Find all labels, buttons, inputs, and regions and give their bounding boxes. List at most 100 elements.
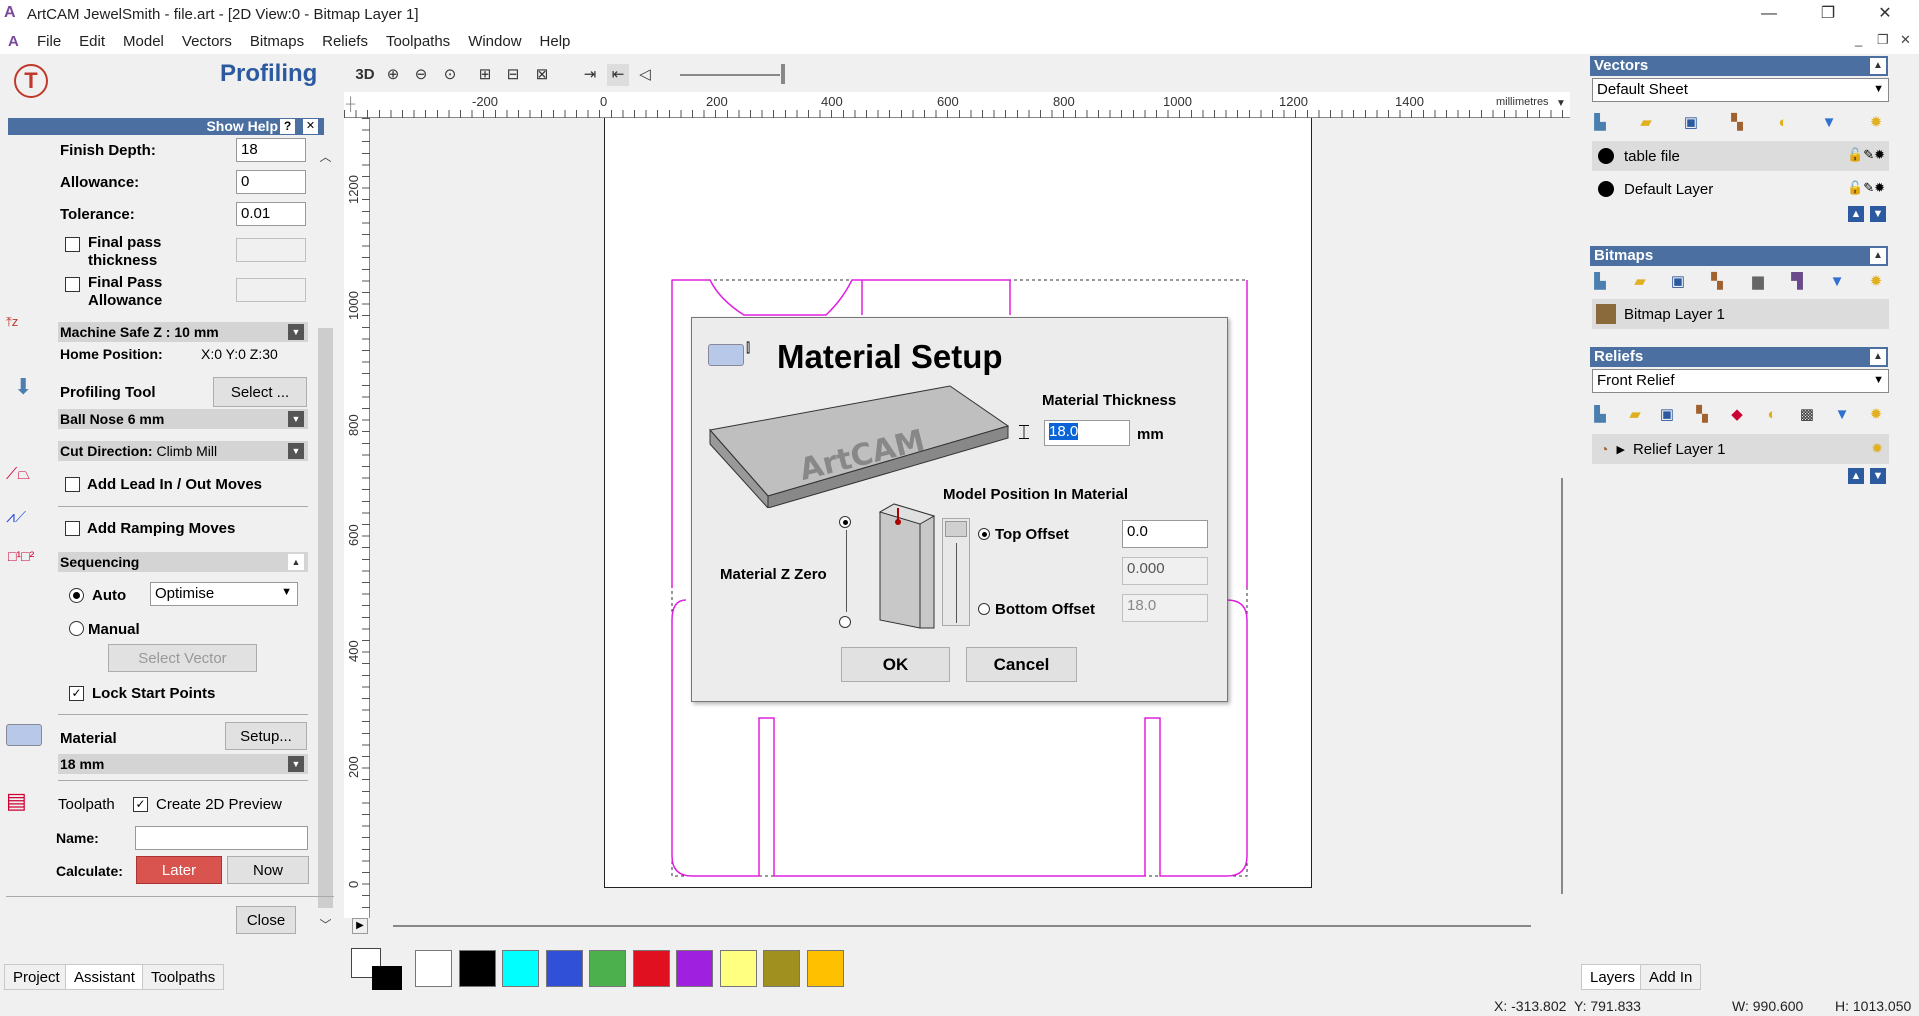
color-swatch[interactable] xyxy=(632,950,670,987)
bulb-icon[interactable]: ✹ xyxy=(1871,440,1883,457)
top-offset-input[interactable]: 0.0 xyxy=(1122,520,1208,548)
tab-layers[interactable]: Layers xyxy=(1581,964,1645,990)
scroll-down-icon[interactable]: ﹀ xyxy=(316,916,335,933)
reliefs-collapse-icon[interactable]: ▲ xyxy=(1870,349,1886,365)
grid-icon[interactable]: ⇤ xyxy=(607,64,629,86)
toolpath-name-input[interactable] xyxy=(135,826,308,850)
open-folder-icon[interactable]: ▰ xyxy=(1625,405,1645,425)
zoom-all-icon[interactable]: ⊠ xyxy=(531,64,553,86)
menu-reliefs[interactable]: Reliefs xyxy=(313,33,377,50)
tool-name-bar[interactable]: Ball Nose 6 mm ▼ xyxy=(58,409,308,429)
combine-icon[interactable]: ◆ xyxy=(1727,405,1747,425)
scroll-thumb[interactable] xyxy=(318,328,333,908)
relief-select[interactable]: Front Relief ▼ xyxy=(1592,369,1889,393)
maximize-button[interactable]: ❐ xyxy=(1805,0,1851,28)
open-folder-icon[interactable]: ▰ xyxy=(1636,113,1656,133)
help-close-icon[interactable]: ✕ xyxy=(303,119,318,134)
zoom-previous-icon[interactable]: ⊟ xyxy=(502,64,524,86)
bulb-icon[interactable]: ✹ xyxy=(1866,405,1886,425)
new-layer-icon[interactable]: ▙ xyxy=(1590,113,1610,133)
model-position-slider[interactable] xyxy=(942,518,970,626)
close-panel-button[interactable]: Close xyxy=(236,906,296,934)
material-setup-button[interactable]: Setup... xyxy=(225,722,307,750)
zoom-slider-track[interactable] xyxy=(680,74,780,76)
cut-direction-expand-icon[interactable]: ▼ xyxy=(288,443,304,459)
layer-color-icon[interactable] xyxy=(1598,181,1614,197)
move-down-icon[interactable]: ▼ xyxy=(1870,206,1886,222)
now-button[interactable]: Now xyxy=(227,856,309,884)
panel-scrollbar[interactable]: ︿ ﹀ xyxy=(316,138,335,962)
vector-sheet-select[interactable]: Default Sheet ▼ xyxy=(1592,78,1889,102)
select-tool-button[interactable]: Select ... xyxy=(213,377,307,407)
ok-button[interactable]: OK xyxy=(841,647,950,682)
cancel-button[interactable]: Cancel xyxy=(966,647,1077,682)
minimize-button[interactable]: — xyxy=(1746,0,1792,28)
expand-arrow-icon[interactable]: ▶ xyxy=(1616,443,1624,456)
add-lead-checkbox[interactable] xyxy=(65,477,80,492)
unit-dropdown-icon[interactable]: ▼ xyxy=(1556,98,1566,109)
final-pass-allowance-checkbox[interactable] xyxy=(65,277,80,292)
tab-project[interactable]: Project xyxy=(4,964,69,990)
layer-color-icon[interactable] xyxy=(1598,148,1614,164)
bottom-offset-radio[interactable] xyxy=(978,603,990,615)
machine-safe-z-expand-icon[interactable]: ▼ xyxy=(288,324,304,340)
canvas-scroll-left-icon[interactable]: ▶ xyxy=(352,918,368,934)
bitmap-image-icon[interactable]: ▜ xyxy=(1787,272,1807,292)
mdi-restore-button[interactable]: ❐ xyxy=(1877,32,1889,48)
scroll-up-icon[interactable]: ︿ xyxy=(316,148,335,165)
bitmap-layer-row[interactable]: Bitmap Layer 1 xyxy=(1592,299,1889,329)
new-relief-icon[interactable]: ▙ xyxy=(1590,405,1610,425)
color-swatch[interactable] xyxy=(763,950,800,987)
bulb-icon[interactable]: ✹ xyxy=(1866,113,1886,133)
copy-bitmap-icon[interactable]: ▚ xyxy=(1707,272,1727,292)
sequencing-collapse-icon[interactable]: ▲ xyxy=(288,554,304,570)
create-preview-checkbox[interactable]: ✓ xyxy=(133,797,148,812)
lock-start-checkbox[interactable]: ✓ xyxy=(69,686,84,701)
color-swatch[interactable] xyxy=(589,950,626,987)
zoom-box-icon[interactable]: ⊞ xyxy=(474,64,496,86)
manual-radio[interactable] xyxy=(69,621,84,636)
app-menu-icon[interactable]: A xyxy=(8,33,28,50)
allowance-input[interactable]: 0 xyxy=(236,170,306,194)
cut-direction-bar[interactable]: Cut Direction: Climb Mill ▼ xyxy=(58,441,308,461)
new-bitmap-icon[interactable]: ▙ xyxy=(1590,272,1610,292)
canvas-vscroll[interactable] xyxy=(1561,478,1563,894)
menu-vectors[interactable]: Vectors xyxy=(173,33,241,50)
move-up-icon[interactable]: ▲ xyxy=(1848,468,1864,484)
canvas-hscroll[interactable] xyxy=(393,925,1531,927)
copy-relief-icon[interactable]: ▚ xyxy=(1692,405,1712,425)
machine-safe-z-bar[interactable]: Machine Safe Z : 10 mm ▼ xyxy=(58,322,308,342)
zoom-fit-icon[interactable]: ⊙ xyxy=(439,64,461,86)
relief-image-icon[interactable]: ▩ xyxy=(1797,405,1817,425)
bulb-icon[interactable]: ✹ xyxy=(1866,272,1886,292)
mdi-close-button[interactable]: ✕ xyxy=(1900,32,1911,48)
copy-layer-icon[interactable]: ▚ xyxy=(1727,113,1747,133)
menu-bitmaps[interactable]: Bitmaps xyxy=(241,33,313,50)
menu-window[interactable]: Window xyxy=(459,33,530,50)
save-icon[interactable]: ▣ xyxy=(1668,272,1688,292)
move-down-icon[interactable]: ▼ xyxy=(1870,468,1886,484)
menu-file[interactable]: File xyxy=(28,33,70,50)
open-folder-icon[interactable]: ▰ xyxy=(1630,272,1650,292)
delete-bucket-icon[interactable]: ▼ xyxy=(1819,113,1839,133)
color-swatch[interactable] xyxy=(502,950,539,987)
3d-view-button[interactable]: 3D xyxy=(353,64,377,86)
help-question-icon[interactable]: ? xyxy=(280,119,295,134)
bitmaps-collapse-icon[interactable]: ▲ xyxy=(1870,248,1886,264)
optimise-select[interactable]: Optimise ▼ xyxy=(150,582,298,606)
color-swatch[interactable] xyxy=(415,950,452,987)
color-swatch[interactable] xyxy=(545,950,583,987)
thickness-input[interactable]: 18.0 xyxy=(1044,420,1130,446)
top-offset-radio[interactable] xyxy=(978,528,990,540)
menu-edit[interactable]: Edit xyxy=(70,33,114,50)
color-swatch[interactable] xyxy=(719,950,757,987)
tab-add-in[interactable]: Add In xyxy=(1640,964,1702,990)
color-swatch[interactable] xyxy=(458,950,496,987)
mdi-minimize-button[interactable]: _ xyxy=(1855,32,1862,47)
light-icon[interactable]: ◐ xyxy=(1762,405,1782,425)
layer-lock-icon[interactable]: 🔓✎✹ xyxy=(1847,147,1885,163)
delete-bucket-icon[interactable]: ▼ xyxy=(1827,272,1847,292)
grey-bitmap-icon[interactable]: ▆ xyxy=(1748,272,1768,292)
material-value-bar[interactable]: 18 mm ▼ xyxy=(58,754,308,774)
snap-icon[interactable]: ⇥ xyxy=(579,64,601,86)
